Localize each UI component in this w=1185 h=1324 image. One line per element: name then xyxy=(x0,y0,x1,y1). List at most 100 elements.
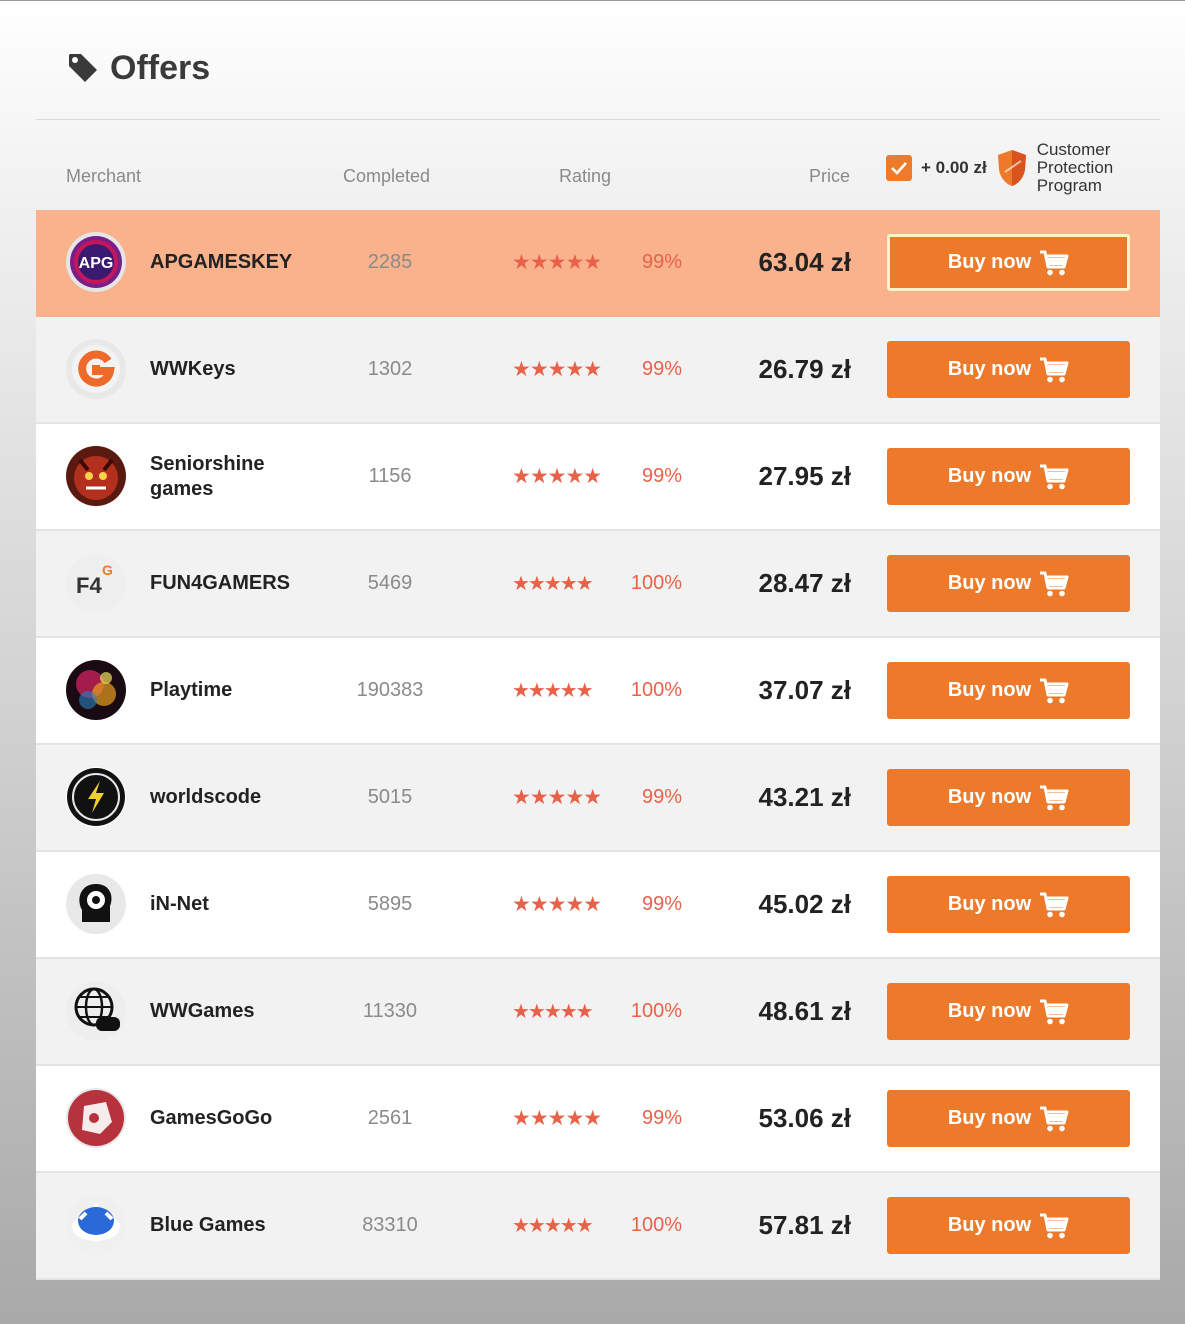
buy-now-button[interactable]: Buy now xyxy=(887,341,1130,398)
fireworks-logo xyxy=(66,660,126,720)
offer-price: 48.61 zł xyxy=(758,996,851,1026)
rating-percent: 100% xyxy=(630,679,682,701)
rating-stars: ★★★★★ xyxy=(512,893,602,916)
offer-price: 43.21 zł xyxy=(758,782,851,812)
offer-row: iN-Net 5895 ★★★★★ 99% 45.02 zł Buy now xyxy=(36,852,1160,959)
merchant-avatar[interactable] xyxy=(66,981,126,1041)
buy-now-button[interactable]: Buy now xyxy=(887,769,1130,826)
buy-now-label: Buy now xyxy=(947,251,1032,273)
merchant-avatar[interactable] xyxy=(66,874,126,934)
offer-price: 57.81 zł xyxy=(758,1210,851,1240)
merchant-name[interactable]: WWGames xyxy=(150,959,330,1064)
merchant-name[interactable]: FUN4GAMERS xyxy=(150,531,330,636)
protection-label[interactable]: Customer Protection Program xyxy=(1037,141,1147,195)
offer-row: worldscode 5015 ★★★★★ 99% 43.21 zł Buy now xyxy=(36,745,1160,852)
rating-stars: ★★★★★ xyxy=(512,573,594,595)
offer-row: APG APGAMESKEY 2285 ★★★★★ 99% 63.04 zł Buy now xyxy=(36,210,1160,317)
completed-count: 5469 xyxy=(367,572,413,594)
rating-stars: ★★★★★ xyxy=(512,786,602,809)
rating-stars: ★★★★★ xyxy=(512,680,594,702)
merchant-avatar[interactable]: F4 G xyxy=(66,553,126,613)
rating-stars: ★★★★★ xyxy=(512,1001,594,1023)
merchant-avatar[interactable] xyxy=(66,446,126,506)
rating-stars: ★★★★★ xyxy=(512,1215,594,1237)
offer-price: 63.04 zł xyxy=(758,247,851,277)
buy-now-button[interactable]: Buy now xyxy=(887,555,1130,612)
buy-now-button[interactable]: Buy now xyxy=(887,1197,1130,1254)
merchant-name[interactable]: GamesGoGo xyxy=(150,1066,330,1171)
buy-now-button[interactable]: Buy now xyxy=(887,1090,1130,1147)
merchant-name[interactable]: iN-Net xyxy=(150,852,330,957)
merchant-avatar[interactable]: APG xyxy=(66,232,126,292)
offer-price: 53.06 zł xyxy=(758,1103,851,1133)
offer-row: WWGames 11330 ★★★★★ 100% 48.61 zł Buy now xyxy=(36,959,1160,1066)
rating-stars: ★★★★★ xyxy=(512,251,602,274)
offer-price: 27.95 zł xyxy=(758,461,851,491)
completed-count: 1156 xyxy=(368,465,412,487)
protection-checkbox[interactable] xyxy=(886,155,912,181)
buy-now-label: Buy now xyxy=(947,679,1032,701)
demon-logo xyxy=(66,446,126,506)
rating-percent: 99% xyxy=(641,1107,682,1129)
rating-percent: 100% xyxy=(630,1214,682,1236)
protection-amount: + 0.00 zł xyxy=(921,158,987,177)
f4g-logo: F4G xyxy=(66,553,126,613)
cart-icon xyxy=(1040,892,1069,917)
offer-row: WWKeys 1302 ★★★★★ 99% 26.79 zł Buy now xyxy=(36,317,1160,424)
offer-price: 26.79 zł xyxy=(758,354,851,384)
merchant-name[interactable]: Playtime xyxy=(150,638,330,743)
buy-now-label: Buy now xyxy=(947,1214,1032,1236)
merchant-avatar[interactable] xyxy=(66,1088,126,1148)
blue-shell-logo xyxy=(66,1195,126,1255)
offer-price: 45.02 zł xyxy=(758,889,851,919)
cart-icon xyxy=(1040,1213,1069,1238)
buy-now-button[interactable]: Buy now xyxy=(887,983,1130,1040)
merchant-avatar[interactable] xyxy=(66,1195,126,1255)
buy-now-label: Buy now xyxy=(947,465,1032,487)
merchant-name[interactable]: APGAMESKEY xyxy=(150,210,330,315)
completed-count: 190383 xyxy=(356,679,424,701)
top-border xyxy=(0,0,1185,1)
offer-row: Blue Games 83310 ★★★★★ 100% 57.81 zł Buy now xyxy=(36,1173,1160,1280)
buy-now-label: Buy now xyxy=(947,572,1032,594)
offer-row: Playtime 190383 ★★★★★ 100% 37.07 zł Buy now xyxy=(36,638,1160,745)
column-header-price: Price xyxy=(808,166,850,186)
merchant-name[interactable]: WWKeys xyxy=(150,317,330,422)
cart-icon xyxy=(1040,678,1069,703)
column-header-rating: Rating xyxy=(559,166,612,186)
merchant-avatar[interactable] xyxy=(66,767,126,827)
cart-icon xyxy=(1040,1106,1069,1131)
buy-now-button[interactable]: Buy now xyxy=(887,234,1130,291)
completed-count: 2285 xyxy=(367,251,413,273)
buy-now-button[interactable]: Buy now xyxy=(887,876,1130,933)
check-icon xyxy=(891,162,907,175)
rating-percent: 99% xyxy=(641,786,682,808)
offers-list: APG APGAMESKEY 2285 ★★★★★ 99% 63.04 zł Buy now… xyxy=(36,210,1160,1280)
rating-percent: 100% xyxy=(630,572,682,594)
offer-row: GamesGoGo 2561 ★★★★★ 99% 53.06 zł Buy now xyxy=(36,1066,1160,1173)
shield-icon xyxy=(997,150,1026,186)
svg-text:G: G xyxy=(102,562,113,578)
offer-row: F4 G FUN4GAMERS 5469 ★★★★★ 100% 28.47 zł Buy no… xyxy=(36,531,1160,638)
head-gear-logo xyxy=(66,874,126,934)
cart-icon xyxy=(1040,250,1069,275)
buy-now-label: Buy now xyxy=(947,1000,1032,1022)
cart-icon xyxy=(1040,571,1069,596)
completed-count: 5015 xyxy=(367,786,413,808)
rating-percent: 99% xyxy=(641,251,682,273)
buy-now-button[interactable]: Buy now xyxy=(887,448,1130,505)
merchant-name[interactable]: worldscode xyxy=(150,745,330,850)
merchant-avatar[interactable] xyxy=(66,660,126,720)
controller-logo xyxy=(66,1088,126,1148)
merchant-name[interactable]: Blue Games xyxy=(150,1173,330,1278)
rating-stars: ★★★★★ xyxy=(512,1107,602,1130)
buy-now-button[interactable]: Buy now xyxy=(887,662,1130,719)
svg-text:APG: APG xyxy=(79,255,114,272)
merchant-avatar[interactable] xyxy=(66,339,126,399)
buy-now-label: Buy now xyxy=(947,1107,1032,1129)
rating-stars: ★★★★★ xyxy=(512,465,602,488)
cart-icon xyxy=(1040,999,1069,1024)
merchant-name[interactable]: Seniorshine games xyxy=(150,424,330,529)
completed-count: 1302 xyxy=(367,358,413,380)
offer-price: 37.07 zł xyxy=(758,675,851,705)
